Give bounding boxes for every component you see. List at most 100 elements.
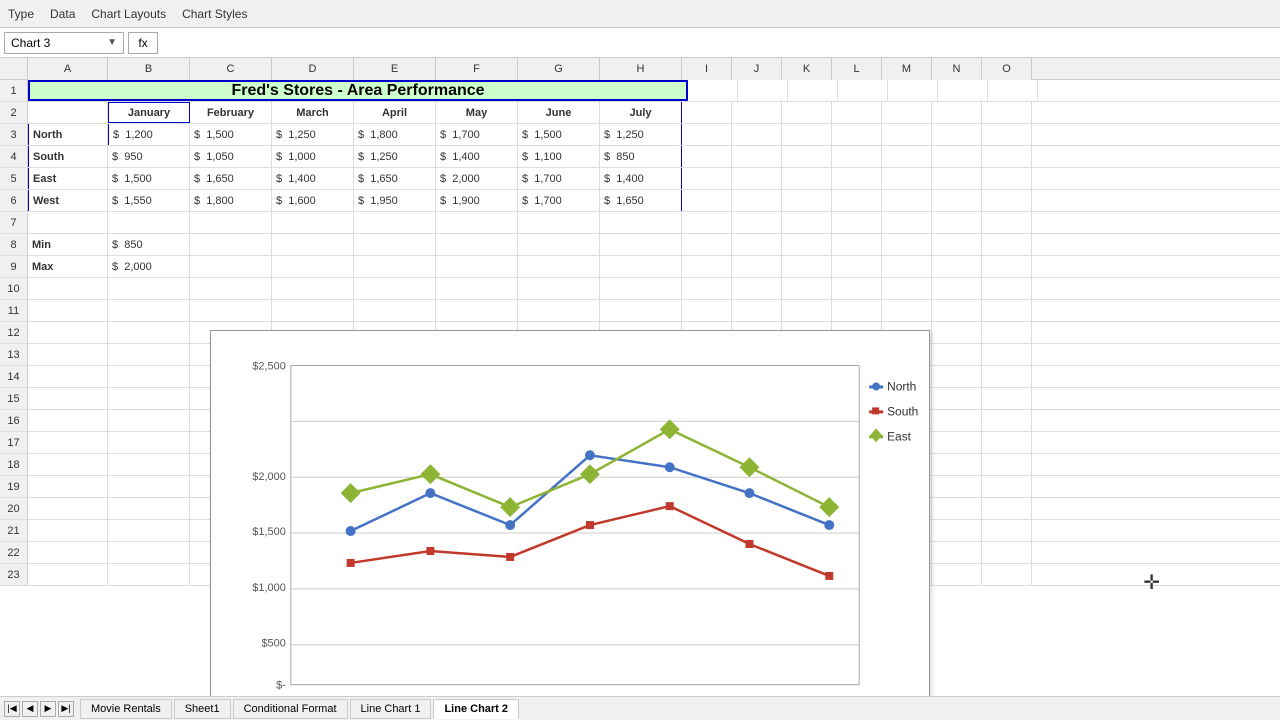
cell-3-M[interactable] bbox=[882, 124, 932, 145]
cell-6-M[interactable] bbox=[882, 190, 932, 211]
cell-21-O[interactable] bbox=[982, 520, 1032, 541]
cell-4-J[interactable] bbox=[732, 146, 782, 167]
col-header-C[interactable]: C bbox=[190, 58, 272, 80]
cell-2-C[interactable]: February bbox=[190, 102, 272, 123]
col-header-A[interactable]: A bbox=[28, 58, 108, 80]
tab-line-chart-1[interactable]: Line Chart 1 bbox=[350, 699, 432, 719]
cell-5-F[interactable]: $ 2,000 bbox=[436, 168, 518, 189]
cell-3-I[interactable] bbox=[682, 124, 732, 145]
cell-5-E[interactable]: $ 1,650 bbox=[354, 168, 436, 189]
cell-11-H[interactable] bbox=[600, 300, 682, 321]
cell-11-G[interactable] bbox=[518, 300, 600, 321]
cell-11-K[interactable] bbox=[782, 300, 832, 321]
cell-14-N[interactable] bbox=[932, 366, 982, 387]
cell-5-H[interactable]: $ 1,400 bbox=[600, 168, 682, 189]
cell-3-K[interactable] bbox=[782, 124, 832, 145]
col-header-B[interactable]: B bbox=[108, 58, 190, 80]
cell-2-D[interactable]: March bbox=[272, 102, 354, 123]
cell-13-B[interactable] bbox=[108, 344, 190, 365]
cell-2-I[interactable] bbox=[682, 102, 732, 123]
col-header-F[interactable]: F bbox=[436, 58, 518, 80]
cell-7-B[interactable] bbox=[108, 212, 190, 233]
cell-9-N[interactable] bbox=[932, 256, 982, 277]
cell-2-E[interactable]: April bbox=[354, 102, 436, 123]
cell-1-J[interactable] bbox=[738, 80, 788, 101]
cell-17-B[interactable] bbox=[108, 432, 190, 453]
cell-7-D[interactable] bbox=[272, 212, 354, 233]
cell-23-A[interactable] bbox=[28, 564, 108, 585]
cell-1-O[interactable] bbox=[988, 80, 1038, 101]
cell-9-E[interactable] bbox=[354, 256, 436, 277]
cell-12-B[interactable] bbox=[108, 322, 190, 343]
cell-2-L[interactable] bbox=[832, 102, 882, 123]
cell-6-J[interactable] bbox=[732, 190, 782, 211]
cell-6-A[interactable]: West bbox=[28, 190, 108, 211]
cell-6-L[interactable] bbox=[832, 190, 882, 211]
cell-18-A[interactable] bbox=[28, 454, 108, 475]
cell-2-J[interactable] bbox=[732, 102, 782, 123]
cell-11-E[interactable] bbox=[354, 300, 436, 321]
cell-17-A[interactable] bbox=[28, 432, 108, 453]
cell-11-N[interactable] bbox=[932, 300, 982, 321]
tab-line-chart-2[interactable]: Line Chart 2 bbox=[433, 699, 519, 719]
cell-9-D[interactable] bbox=[272, 256, 354, 277]
fx-button[interactable]: fx bbox=[128, 32, 158, 54]
cell-21-N[interactable] bbox=[932, 520, 982, 541]
col-header-D[interactable]: D bbox=[272, 58, 354, 80]
name-box[interactable]: Chart 3 ▼ bbox=[4, 32, 124, 54]
cell-3-O[interactable] bbox=[982, 124, 1032, 145]
cell-15-O[interactable] bbox=[982, 388, 1032, 409]
cell-16-N[interactable] bbox=[932, 410, 982, 431]
cell-2-K[interactable] bbox=[782, 102, 832, 123]
cell-19-O[interactable] bbox=[982, 476, 1032, 497]
cell-19-N[interactable] bbox=[932, 476, 982, 497]
cell-20-N[interactable] bbox=[932, 498, 982, 519]
cell-21-B[interactable] bbox=[108, 520, 190, 541]
cell-10-K[interactable] bbox=[782, 278, 832, 299]
cell-1-M[interactable] bbox=[888, 80, 938, 101]
cell-10-A[interactable] bbox=[28, 278, 108, 299]
cell-23-N[interactable] bbox=[932, 564, 982, 585]
cell-11-J[interactable] bbox=[732, 300, 782, 321]
cell-5-J[interactable] bbox=[732, 168, 782, 189]
cell-4-F[interactable]: $ 1,400 bbox=[436, 146, 518, 167]
tab-nav-next[interactable]: ▶ bbox=[40, 701, 56, 717]
cell-9-G[interactable] bbox=[518, 256, 600, 277]
cell-10-B[interactable] bbox=[108, 278, 190, 299]
cell-7-L[interactable] bbox=[832, 212, 882, 233]
col-header-K[interactable]: K bbox=[782, 58, 832, 80]
cell-10-O[interactable] bbox=[982, 278, 1032, 299]
col-header-M[interactable]: M bbox=[882, 58, 932, 80]
cell-19-B[interactable] bbox=[108, 476, 190, 497]
cell-1-N[interactable] bbox=[938, 80, 988, 101]
cell-20-B[interactable] bbox=[108, 498, 190, 519]
cell-11-M[interactable] bbox=[882, 300, 932, 321]
cell-15-A[interactable] bbox=[28, 388, 108, 409]
cell-4-A[interactable]: South bbox=[28, 146, 108, 167]
cell-9-K[interactable] bbox=[782, 256, 832, 277]
cell-18-B[interactable] bbox=[108, 454, 190, 475]
toolbar-chart-styles[interactable]: Chart Styles bbox=[182, 7, 247, 21]
cell-3-C[interactable]: $ 1,500 bbox=[190, 124, 272, 145]
cell-4-L[interactable] bbox=[832, 146, 882, 167]
cell-22-N[interactable] bbox=[932, 542, 982, 563]
cell-4-M[interactable] bbox=[882, 146, 932, 167]
cell-10-G[interactable] bbox=[518, 278, 600, 299]
toolbar-data[interactable]: Data bbox=[50, 7, 75, 21]
cell-8-D[interactable] bbox=[272, 234, 354, 255]
cell-17-O[interactable] bbox=[982, 432, 1032, 453]
col-header-J[interactable]: J bbox=[732, 58, 782, 80]
cell-10-E[interactable] bbox=[354, 278, 436, 299]
cell-2-H[interactable]: July bbox=[600, 102, 682, 123]
cell-7-G[interactable] bbox=[518, 212, 600, 233]
cell-5-M[interactable] bbox=[882, 168, 932, 189]
col-header-H[interactable]: H bbox=[600, 58, 682, 80]
cell-8-G[interactable] bbox=[518, 234, 600, 255]
cell-2-A[interactable] bbox=[28, 102, 108, 123]
cell-6-D[interactable]: $ 1,600 bbox=[272, 190, 354, 211]
col-header-O[interactable]: O bbox=[982, 58, 1032, 80]
cell-12-O[interactable] bbox=[982, 322, 1032, 343]
cell-7-F[interactable] bbox=[436, 212, 518, 233]
cell-18-N[interactable] bbox=[932, 454, 982, 475]
cell-3-N[interactable] bbox=[932, 124, 982, 145]
